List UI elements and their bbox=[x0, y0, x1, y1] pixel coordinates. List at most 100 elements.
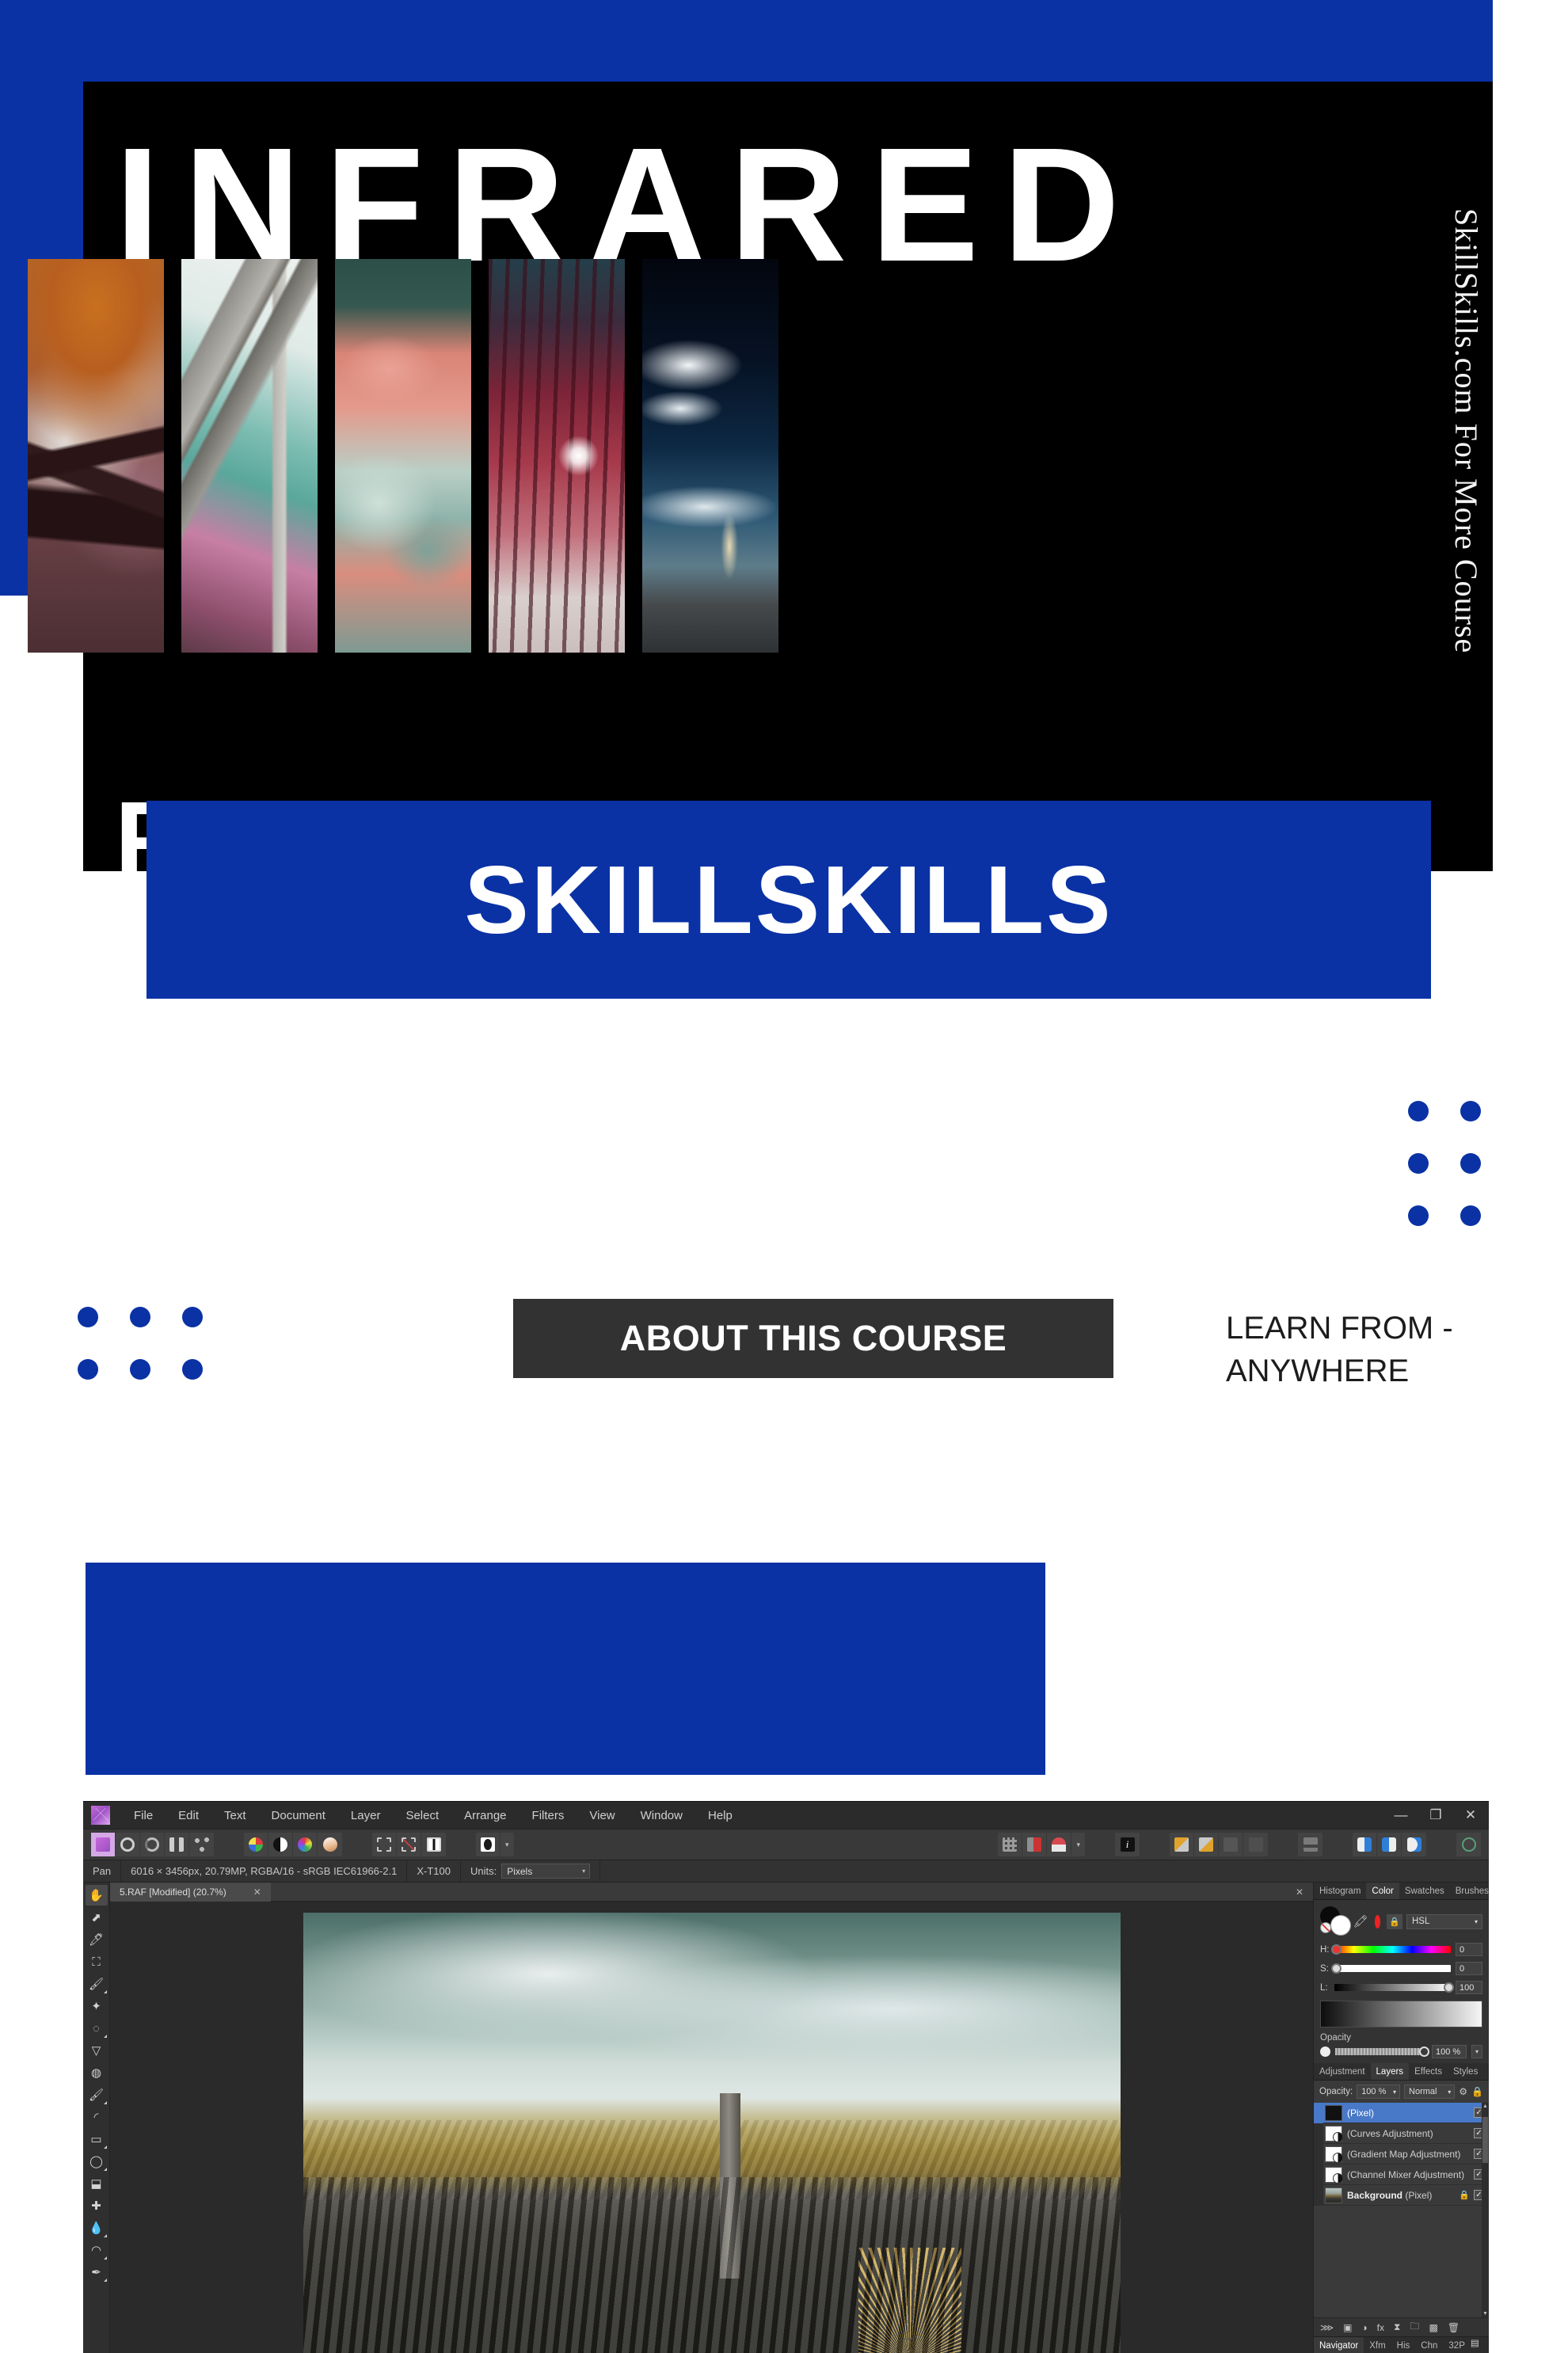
minimize-icon[interactable]: — bbox=[1394, 1807, 1408, 1823]
color-swatches[interactable] bbox=[1320, 1906, 1351, 1936]
tab-channels[interactable]: Chn bbox=[1415, 2337, 1443, 2353]
hue-value[interactable]: 0 bbox=[1456, 1943, 1482, 1956]
delete-layer-icon[interactable]: 🗑 bbox=[1448, 2322, 1460, 2333]
selection-brush-tool[interactable]: 🖌 bbox=[86, 1974, 108, 1994]
pan-tool[interactable]: ✋ bbox=[85, 1885, 108, 1906]
align-back-button[interactable] bbox=[1194, 1833, 1219, 1856]
saturation-value[interactable]: 0 bbox=[1456, 1962, 1482, 1975]
gradient-button[interactable] bbox=[318, 1833, 342, 1856]
color-opacity-value[interactable]: 100 % bbox=[1432, 2045, 1467, 2058]
add-effects-icon[interactable]: fx bbox=[1377, 2322, 1384, 2333]
move-tool[interactable]: ⬈ bbox=[86, 1907, 108, 1928]
paint-brush-tool[interactable]: 🖌 bbox=[86, 2085, 108, 2105]
add-adjustment-icon[interactable]: ◑ bbox=[1361, 2322, 1367, 2333]
smudge-tool[interactable]: ◜ bbox=[86, 2107, 108, 2127]
magic-wand-tool[interactable]: ✦ bbox=[86, 1996, 108, 2016]
tab-layers[interactable]: Layers bbox=[1370, 2063, 1410, 2080]
color-gradient-strip[interactable] bbox=[1320, 2001, 1482, 2027]
info-button[interactable] bbox=[1115, 1833, 1140, 1856]
tab-navigator[interactable]: Navigator bbox=[1314, 2337, 1364, 2353]
table-row[interactable]: (Gradient Map Adjustment) ✓ bbox=[1314, 2143, 1489, 2165]
menu-item-text[interactable]: Text bbox=[211, 1809, 259, 1822]
develop-persona-button[interactable] bbox=[140, 1833, 165, 1856]
tab-32bit-preview[interactable]: 32P bbox=[1443, 2337, 1470, 2353]
erase-brush-tool[interactable]: ▭ bbox=[86, 2129, 108, 2149]
flood-fill-tool[interactable]: ▽ bbox=[86, 2040, 108, 2061]
table-row[interactable]: (Channel Mixer Adjustment) ✓ bbox=[1314, 2164, 1489, 2185]
pen-tool[interactable]: ✒ bbox=[86, 2262, 108, 2283]
table-row[interactable]: Background (Pixel) 🔒 ✓ bbox=[1314, 2184, 1489, 2206]
tab-history[interactable]: His bbox=[1391, 2337, 1416, 2353]
document-tab-close-icon[interactable]: ✕ bbox=[253, 1887, 261, 1898]
add-mask-icon[interactable]: ▣ bbox=[1343, 2322, 1352, 2333]
eyedropper-icon[interactable]: 🖍 bbox=[1353, 1914, 1368, 1928]
menu-item-view[interactable]: View bbox=[577, 1809, 627, 1822]
restore-icon[interactable]: ❐ bbox=[1429, 1807, 1443, 1823]
grid-button[interactable] bbox=[998, 1833, 1023, 1856]
tab-transform[interactable]: Xfm bbox=[1364, 2337, 1391, 2353]
boolean-intersect-button[interactable] bbox=[1402, 1833, 1426, 1856]
marquee-select-button[interactable] bbox=[372, 1833, 397, 1856]
menu-item-document[interactable]: Document bbox=[259, 1809, 338, 1822]
color-picker-tool[interactable]: 🖊 bbox=[86, 1929, 108, 1950]
image-canvas[interactable] bbox=[303, 1913, 1121, 2353]
luminance-slider[interactable] bbox=[1334, 1982, 1454, 1993]
menu-item-window[interactable]: Window bbox=[628, 1809, 695, 1822]
color-wheel-button[interactable] bbox=[293, 1833, 318, 1856]
saturation-slider[interactable] bbox=[1331, 1963, 1451, 1974]
navigator-panel-menu-icon[interactable]: ▤ bbox=[1471, 2337, 1479, 2353]
add-group-icon[interactable]: 🗀 bbox=[1410, 2319, 1419, 2336]
tab-adjustment[interactable]: Adjustment bbox=[1314, 2063, 1371, 2080]
magnet-button[interactable] bbox=[1047, 1833, 1072, 1856]
saturation-slider-knob[interactable] bbox=[1331, 1963, 1342, 1974]
color-balance-button[interactable] bbox=[244, 1833, 268, 1856]
align-forward-button[interactable] bbox=[1219, 1833, 1243, 1856]
color-opacity-caret-icon[interactable]: ▾ bbox=[1471, 2045, 1482, 2058]
hue-slider-knob[interactable] bbox=[1331, 1944, 1342, 1955]
paint-mixer-tool[interactable]: ◍ bbox=[86, 2062, 108, 2083]
menu-item-select[interactable]: Select bbox=[393, 1809, 451, 1822]
layer-lock-icon[interactable]: 🔒 bbox=[1471, 2086, 1483, 2097]
photo-persona-button[interactable] bbox=[91, 1833, 116, 1856]
scroll-down-arrow-icon[interactable]: ▼ bbox=[1482, 2311, 1488, 2317]
layers-scrollbar-thumb[interactable] bbox=[1482, 2117, 1488, 2163]
black-white-button[interactable] bbox=[268, 1833, 293, 1856]
close-all-documents-icon[interactable]: ✕ bbox=[1286, 1887, 1313, 1898]
document-tab[interactable]: 5.RAF [Modified] (20.7%) ✕ bbox=[110, 1882, 271, 1902]
canvas-area[interactable] bbox=[110, 1902, 1313, 2353]
tab-swatches[interactable]: Swatches bbox=[1399, 1883, 1450, 1899]
blur-tool[interactable]: 💧 bbox=[86, 2218, 108, 2238]
deselect-button[interactable] bbox=[397, 1833, 421, 1856]
layer-settings-gear-icon[interactable]: ⚙ bbox=[1459, 2086, 1467, 2097]
layer-merge-icon[interactable]: ⋙ bbox=[1320, 2322, 1334, 2333]
liquify-persona-button[interactable] bbox=[116, 1833, 140, 1856]
blend-mode-select[interactable]: Normal bbox=[1404, 2085, 1456, 2099]
add-live-filter-icon[interactable]: ⧗ bbox=[1394, 2321, 1400, 2333]
layers-list[interactable]: (Pixel) ✓ (Curves Adjustment) ✓ (Gradien… bbox=[1314, 2103, 1489, 2317]
scroll-up-arrow-icon[interactable]: ▲ bbox=[1482, 2104, 1488, 2109]
units-select[interactable]: Pixels bbox=[501, 1864, 591, 1879]
color-opacity-knob[interactable] bbox=[1419, 2047, 1429, 2057]
clone-brush-tool[interactable]: ⬓ bbox=[86, 2173, 108, 2194]
boolean-subtract-button[interactable] bbox=[1377, 1833, 1402, 1856]
tab-histogram[interactable]: Histogram bbox=[1314, 1883, 1366, 1899]
luminance-value[interactable]: 100 bbox=[1456, 1981, 1482, 1994]
add-pixel-layer-icon[interactable]: ▩ bbox=[1429, 2322, 1437, 2333]
table-row[interactable]: (Pixel) ✓ bbox=[1314, 2103, 1489, 2123]
tab-color[interactable]: Color bbox=[1366, 1883, 1399, 1899]
refine-selection-button[interactable] bbox=[421, 1833, 446, 1856]
luminance-slider-knob[interactable] bbox=[1444, 1982, 1454, 1993]
menu-item-file[interactable]: File bbox=[121, 1809, 166, 1822]
snap-button[interactable] bbox=[1022, 1833, 1048, 1856]
color-model-select[interactable]: HSL bbox=[1406, 1913, 1482, 1929]
align-backward-button[interactable] bbox=[1243, 1833, 1268, 1856]
boolean-add-button[interactable] bbox=[1353, 1833, 1377, 1856]
no-color-swatch[interactable] bbox=[1320, 1922, 1331, 1933]
dodge-burn-tool[interactable]: ◯ bbox=[86, 2151, 108, 2172]
snapping-dropdown-caret-icon[interactable]: ▾ bbox=[1071, 1841, 1085, 1849]
ellipse-mask-button[interactable] bbox=[476, 1833, 500, 1856]
shape-dropdown-caret-icon[interactable]: ▾ bbox=[500, 1841, 514, 1849]
table-row[interactable]: (Curves Adjustment) ✓ bbox=[1314, 2123, 1489, 2144]
tab-effects[interactable]: Effects bbox=[1409, 2063, 1448, 2080]
menu-item-edit[interactable]: Edit bbox=[166, 1809, 211, 1822]
